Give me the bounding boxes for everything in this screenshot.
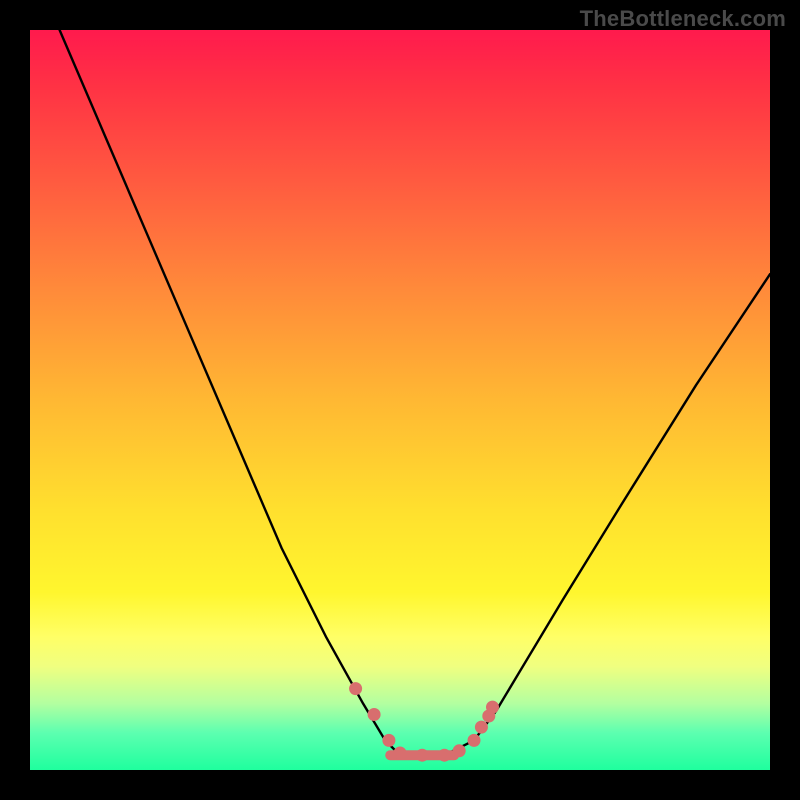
marker-dot — [453, 744, 466, 757]
marker-dot — [368, 708, 381, 721]
marker-dot — [438, 749, 451, 762]
marker-dot — [349, 682, 362, 695]
chart-frame: TheBottleneck.com — [0, 0, 800, 800]
marker-dot — [475, 721, 488, 734]
marker-dot — [486, 701, 499, 714]
marker-dot — [382, 734, 395, 747]
curve-svg — [30, 30, 770, 770]
bottleneck-curve — [60, 30, 770, 755]
marker-dot — [416, 749, 429, 762]
marker-dot — [468, 734, 481, 747]
marker-dot — [394, 747, 407, 760]
plot-area — [30, 30, 770, 770]
attribution-label: TheBottleneck.com — [580, 6, 786, 32]
highlight-markers — [349, 682, 499, 762]
